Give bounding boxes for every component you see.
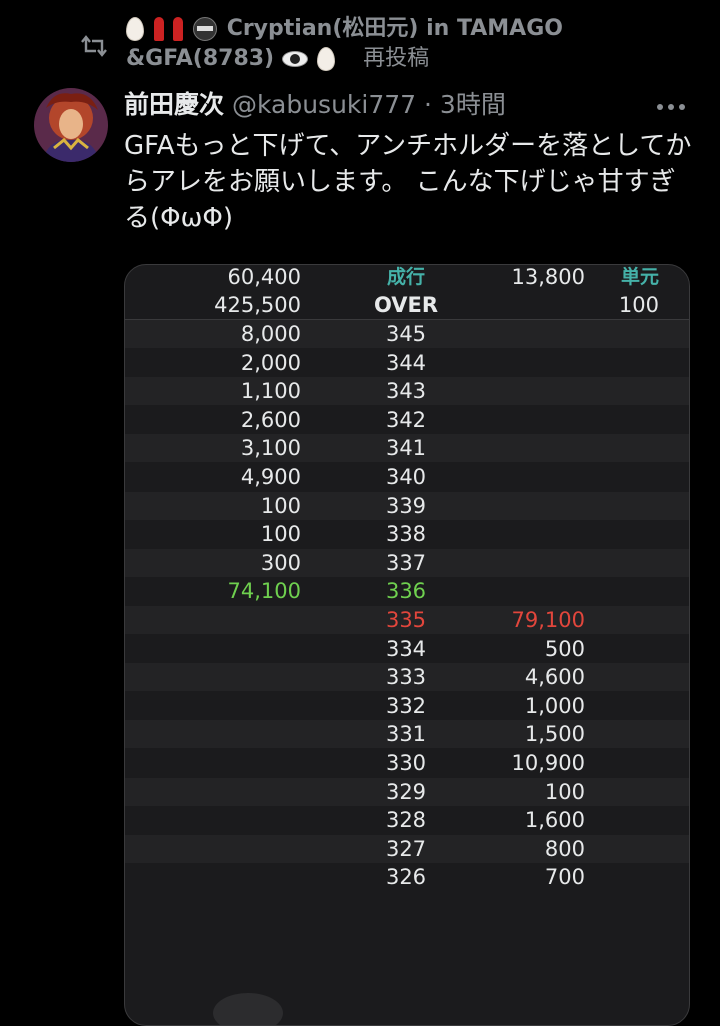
board-row: 331 1,500	[125, 720, 689, 749]
retweeter-name-cont: &GFA(8783)	[126, 46, 275, 71]
board-row: 74,100 336	[125, 577, 689, 605]
board-row: 300 337	[125, 548, 689, 577]
repost-tag: 再投稿	[363, 46, 430, 71]
price-level: 345	[385, 322, 427, 346]
bid-quantity: 4,900	[240, 465, 301, 489]
board-row: 2,000 344	[125, 349, 689, 377]
board-row: 3,100 341	[125, 434, 689, 463]
price-level: 341	[385, 436, 427, 461]
board-row: 330 10,900	[125, 749, 689, 777]
ask-quantity: 500	[544, 636, 585, 661]
tweet-text: GFAもっと下げて、アンチホルダーを落としてからアレをお願いします。 こんな下げ…	[124, 131, 692, 233]
price-level: 338	[385, 522, 427, 547]
board-row: 327 800	[125, 834, 689, 863]
eye-emoji	[281, 51, 308, 67]
price-level: 332	[385, 693, 427, 718]
price-level: 326	[385, 865, 427, 890]
header-ask-value: 13,800	[511, 265, 585, 289]
price-level: 337	[385, 550, 427, 575]
display-name[interactable]: 前田慶次	[124, 90, 224, 119]
avatar[interactable]	[34, 88, 108, 162]
more-icon[interactable]	[656, 98, 686, 116]
ask-quantity: 1,000	[524, 693, 585, 718]
egg-emoji	[317, 47, 336, 71]
price-level: 331	[385, 722, 427, 747]
ask-quantity: 800	[544, 836, 585, 861]
retweet-icon	[81, 35, 107, 57]
board-row: 329 100	[125, 777, 689, 806]
price-level: 339	[385, 493, 427, 518]
price-level: 330	[385, 751, 427, 775]
ask-quantity: 100	[544, 779, 585, 804]
board-header-row: 425,500 OVER 100	[125, 291, 689, 319]
ask-quantity: 79,100	[511, 608, 585, 632]
board-row: 333 4,600	[125, 663, 689, 692]
person-emoji	[153, 17, 164, 41]
header-left-value: 425,500	[214, 293, 301, 317]
ninja-emoji	[193, 17, 218, 41]
header-market-label: 成行	[386, 266, 425, 288]
bid-quantity: 1,100	[240, 379, 301, 404]
price-level: 328	[385, 808, 427, 833]
header-unit-value: 100	[618, 293, 659, 317]
bid-quantity: 100	[260, 493, 301, 518]
board-row: 326 700	[125, 863, 689, 891]
media-handle	[213, 993, 283, 1025]
bid-quantity: 2,600	[240, 407, 301, 432]
board-row: 332 1,000	[125, 692, 689, 720]
user-handle[interactable]: @kabusuki777	[232, 90, 416, 119]
bid-quantity: 300	[260, 550, 301, 575]
price-level: 336	[385, 579, 427, 604]
retweeter-label[interactable]: Cryptian(松田元) in TAMAGO &GFA(8783) 再投稿	[126, 14, 646, 74]
ask-quantity: 700	[544, 865, 585, 890]
separator-dot: ·	[424, 90, 432, 119]
price-level: 334	[385, 636, 427, 661]
board-row: 1,100 343	[125, 377, 689, 406]
board-row: 4,900 340	[125, 463, 689, 491]
ask-quantity: 1,600	[524, 808, 585, 833]
order-book-image[interactable]: 60,400 成行 13,800 単元 425,500 OVER 100 8,0…	[124, 264, 690, 1026]
board-row: 335 79,100	[125, 606, 689, 634]
header-left-value: 60,400	[227, 265, 301, 289]
dancer-emoji	[173, 17, 184, 41]
board-row: 100 338	[125, 520, 689, 548]
board-row: 2,600 342	[125, 406, 689, 434]
price-level: 343	[385, 379, 427, 404]
egg-emoji	[126, 17, 144, 41]
board-row: 100 339	[125, 491, 689, 520]
price-level: 333	[385, 665, 427, 690]
bid-quantity: 8,000	[240, 322, 301, 346]
bid-quantity: 74,100	[227, 579, 301, 604]
retweeter-name: Cryptian(松田元) in TAMAGO	[226, 16, 563, 41]
tweet-time[interactable]: 3時間	[440, 90, 506, 119]
header-over-label: OVER	[373, 293, 439, 317]
bid-quantity: 3,100	[240, 436, 301, 461]
ask-quantity: 4,600	[524, 665, 585, 690]
bid-quantity: 100	[260, 522, 301, 547]
price-level: 344	[385, 350, 427, 375]
tweet-header: 前田慶次 @kabusuki777 · 3時間	[124, 86, 506, 124]
price-level: 329	[385, 779, 427, 804]
price-level: 335	[385, 608, 427, 632]
ask-quantity: 1,500	[524, 722, 585, 747]
price-level: 340	[385, 465, 427, 489]
bid-quantity: 2,000	[240, 350, 301, 375]
board-header-row: 60,400 成行 13,800 単元	[125, 265, 689, 291]
board-row: 328 1,600	[125, 806, 689, 834]
board-row: 334 500	[125, 635, 689, 663]
price-level: 342	[385, 407, 427, 432]
price-level: 327	[385, 836, 427, 861]
board-row: 8,000 345	[125, 320, 689, 348]
ask-quantity: 10,900	[511, 751, 585, 775]
header-unit-label: 単元	[620, 266, 659, 288]
